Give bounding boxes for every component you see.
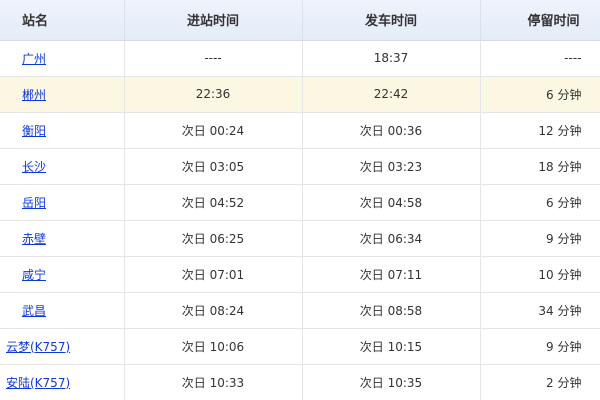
stop-cell: 2 分钟: [480, 364, 600, 400]
station-cell: 岳阳: [0, 184, 125, 221]
station-cell: 云梦(K757): [0, 328, 125, 365]
station-cell: 赤壁: [0, 220, 125, 257]
header-departure-time: 发车时间: [302, 0, 481, 41]
station-cell: 广州: [0, 40, 125, 77]
station-link[interactable]: 郴州: [22, 88, 46, 102]
departure-cell: 22:42: [302, 76, 481, 113]
table-header-row: 站名 进站时间 发车时间 停留时间: [0, 0, 600, 41]
station-cell: 衡阳: [0, 112, 125, 149]
stop-cell: 6 分钟: [480, 76, 600, 113]
arrival-cell: 次日 00:24: [124, 112, 303, 149]
table-row: 云梦(K757) 次日 10:06 次日 10:15 9 分钟: [0, 328, 600, 365]
table-row: 武昌 次日 08:24 次日 08:58 34 分钟: [0, 292, 600, 329]
header-station: 站名: [0, 0, 125, 41]
table-row-highlighted: 郴州 22:36 22:42 6 分钟: [0, 76, 600, 113]
station-link[interactable]: 云梦(K757): [6, 340, 70, 354]
departure-cell: 18:37: [302, 40, 481, 77]
stop-cell: 9 分钟: [480, 328, 600, 365]
header-stop-duration: 停留时间: [480, 0, 600, 41]
table-row: 广州 ---- 18:37 ----: [0, 40, 600, 77]
stop-cell: ----: [480, 40, 600, 77]
station-link[interactable]: 岳阳: [22, 196, 46, 210]
departure-cell: 次日 00:36: [302, 112, 481, 149]
stop-cell: 9 分钟: [480, 220, 600, 257]
departure-cell: 次日 06:34: [302, 220, 481, 257]
stop-cell: 18 分钟: [480, 148, 600, 185]
station-cell: 安陆(K757): [0, 364, 125, 400]
header-arrival-time: 进站时间: [124, 0, 303, 41]
table-row: 安陆(K757) 次日 10:33 次日 10:35 2 分钟: [0, 364, 600, 400]
arrival-cell: 次日 04:52: [124, 184, 303, 221]
table-row: 长沙 次日 03:05 次日 03:23 18 分钟: [0, 148, 600, 185]
station-cell: 长沙: [0, 148, 125, 185]
arrival-cell: 次日 08:24: [124, 292, 303, 329]
arrival-cell: 次日 07:01: [124, 256, 303, 293]
stop-cell: 34 分钟: [480, 292, 600, 329]
arrival-cell: 次日 06:25: [124, 220, 303, 257]
departure-cell: 次日 07:11: [302, 256, 481, 293]
station-link[interactable]: 赤壁: [22, 232, 46, 246]
station-link[interactable]: 武昌: [22, 304, 46, 318]
departure-cell: 次日 10:35: [302, 364, 481, 400]
arrival-cell: 次日 03:05: [124, 148, 303, 185]
arrival-cell: 次日 10:06: [124, 328, 303, 365]
station-cell: 武昌: [0, 292, 125, 329]
station-link[interactable]: 长沙: [22, 160, 46, 174]
table-row: 咸宁 次日 07:01 次日 07:11 10 分钟: [0, 256, 600, 293]
station-link[interactable]: 安陆(K757): [6, 376, 70, 390]
station-cell: 郴州: [0, 76, 125, 113]
departure-cell: 次日 04:58: [302, 184, 481, 221]
table-row: 赤壁 次日 06:25 次日 06:34 9 分钟: [0, 220, 600, 257]
stop-cell: 10 分钟: [480, 256, 600, 293]
arrival-cell: 22:36: [124, 76, 303, 113]
stop-cell: 12 分钟: [480, 112, 600, 149]
station-link[interactable]: 咸宁: [22, 268, 46, 282]
stop-cell: 6 分钟: [480, 184, 600, 221]
station-link[interactable]: 广州: [22, 52, 46, 66]
table-row: 衡阳 次日 00:24 次日 00:36 12 分钟: [0, 112, 600, 149]
departure-cell: 次日 03:23: [302, 148, 481, 185]
station-cell: 咸宁: [0, 256, 125, 293]
station-link[interactable]: 衡阳: [22, 124, 46, 138]
train-timetable: 站名 进站时间 发车时间 停留时间 广州 ---- 18:37 ---- 郴州 …: [0, 0, 600, 400]
arrival-cell: ----: [124, 40, 303, 77]
departure-cell: 次日 08:58: [302, 292, 481, 329]
departure-cell: 次日 10:15: [302, 328, 481, 365]
table-row: 岳阳 次日 04:52 次日 04:58 6 分钟: [0, 184, 600, 221]
arrival-cell: 次日 10:33: [124, 364, 303, 400]
